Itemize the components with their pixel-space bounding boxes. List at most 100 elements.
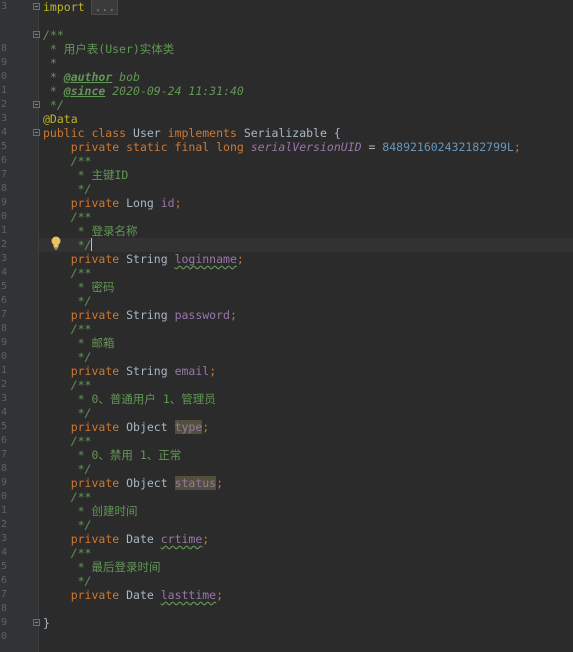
code-line[interactable]: import ... [43,0,119,15]
code-line[interactable]: private String loginname; [43,252,244,266]
line-number: 5 [1,281,8,292]
fold-toggle-icon[interactable] [33,101,40,108]
line-number: 5 [1,421,8,432]
line-number: 7 [1,449,8,460]
line-number: 0 [1,491,8,502]
line-number: 7 [1,589,8,600]
code-line[interactable]: private String password; [43,308,237,322]
code-line[interactable]: * @author bob [43,70,140,84]
code-line[interactable]: public class User implements Serializabl… [43,126,341,140]
fold-toggle-icon[interactable] [33,31,40,38]
token-semicolon: ; [229,308,237,322]
token-doc-author-val: bob [112,70,140,84]
token-kw-private: private [70,588,120,602]
code-line[interactable]: private Long id; [43,196,182,210]
token-doc-title: * 用户表(User)实体类 [43,42,175,56]
line-number: 2 [1,519,8,530]
fold-toggle-icon[interactable] [33,3,40,10]
code-line[interactable]: * 最后登录时间 [43,560,161,574]
token-t-string: String [119,308,175,322]
code-line[interactable]: * 密码 [43,280,115,294]
token-serial-kw: private static final long [70,140,244,154]
code-line[interactable]: /** [43,378,92,392]
fold-toggle-icon[interactable] [33,619,40,626]
code-line[interactable]: private String email; [43,364,216,378]
line-number: 7 [1,309,8,320]
code-line[interactable]: private Object status; [43,476,223,490]
token-doc-open: /** [43,28,64,42]
line-number: 6 [1,575,8,586]
code-line[interactable]: /** [43,434,92,448]
code-line[interactable]: /** [43,490,92,504]
token-c-close: */ [70,406,92,420]
token-c-password: * 密码 [70,280,115,294]
token-doc-close: */ [43,98,64,112]
code-line[interactable]: * 创建时间 [43,504,138,518]
code-line[interactable]: */ [43,462,92,476]
token-t-date: Date [119,532,161,546]
token-class-close: } [43,616,50,630]
code-line[interactable]: * 用户表(User)实体类 [43,42,174,56]
token-serial-name: serialVersionUID [250,140,362,154]
code-line[interactable]: private Date crtime; [43,532,210,546]
fold-toggle-icon[interactable] [33,129,40,136]
token-class-kw1: public class [43,126,127,140]
token-f-id: id [160,196,175,210]
lightbulb-icon[interactable] [50,236,62,250]
token-c-close: */ [70,462,92,476]
token-kw-private: private [70,308,120,322]
code-line[interactable]: * @since 2020-09-24 11:31:40 [43,84,244,98]
code-line[interactable]: */ [43,518,92,532]
token-kw-private: private [70,476,120,490]
line-number: 0 [1,211,8,222]
line-number: 1 [1,225,8,236]
code-line[interactable]: * 0、普通用户 1、管理员 [43,392,216,406]
code-line[interactable]: /** [43,546,92,560]
code-line[interactable]: /** [43,210,92,224]
line-number: 4 [1,407,8,418]
code-line[interactable]: private static final long serialVersionU… [43,140,521,154]
token-c-crtime: * 创建时间 [70,504,138,518]
line-number: 3 [1,253,8,264]
code-line[interactable]: */ [43,350,92,364]
token-c-open: /** [70,546,92,560]
token-doc-since-tag: @since [63,84,106,98]
code-line[interactable]: /** [43,266,92,280]
code-line[interactable]: */ [43,98,64,112]
code-line[interactable]: * 邮箱 [43,336,115,350]
code-line[interactable]: */ [43,574,92,588]
token-class-kw2: implements [167,126,237,140]
line-number: 2 [1,239,8,250]
code-line[interactable]: /** [43,322,92,336]
line-number: 0 [1,631,8,642]
code-line[interactable]: */ [43,294,92,308]
code-line[interactable]: private Object type; [43,420,209,434]
code-line[interactable]: /** [43,154,92,168]
token-semicolon: ; [216,588,224,602]
line-number: 1 [1,85,8,96]
code-line[interactable]: */ [43,406,92,420]
token-c-email: * 邮箱 [70,336,115,350]
line-number: 8 [1,463,8,474]
code-line[interactable]: private Date lasttime; [43,588,223,602]
code-line[interactable]: @Data [43,112,78,126]
code-line[interactable]: * [43,56,57,70]
code-line[interactable]: } [43,616,50,630]
text-caret [91,238,92,251]
code-line[interactable]: * 0、禁用 1、正常 [43,448,182,462]
token-kw-private: private [70,364,120,378]
code-line[interactable]: * 主键ID [43,168,129,182]
code-line[interactable]: /** [43,28,64,42]
code-line[interactable]: */ [43,182,92,196]
line-number: 4 [1,127,8,138]
token-c-close: */ [70,182,92,196]
